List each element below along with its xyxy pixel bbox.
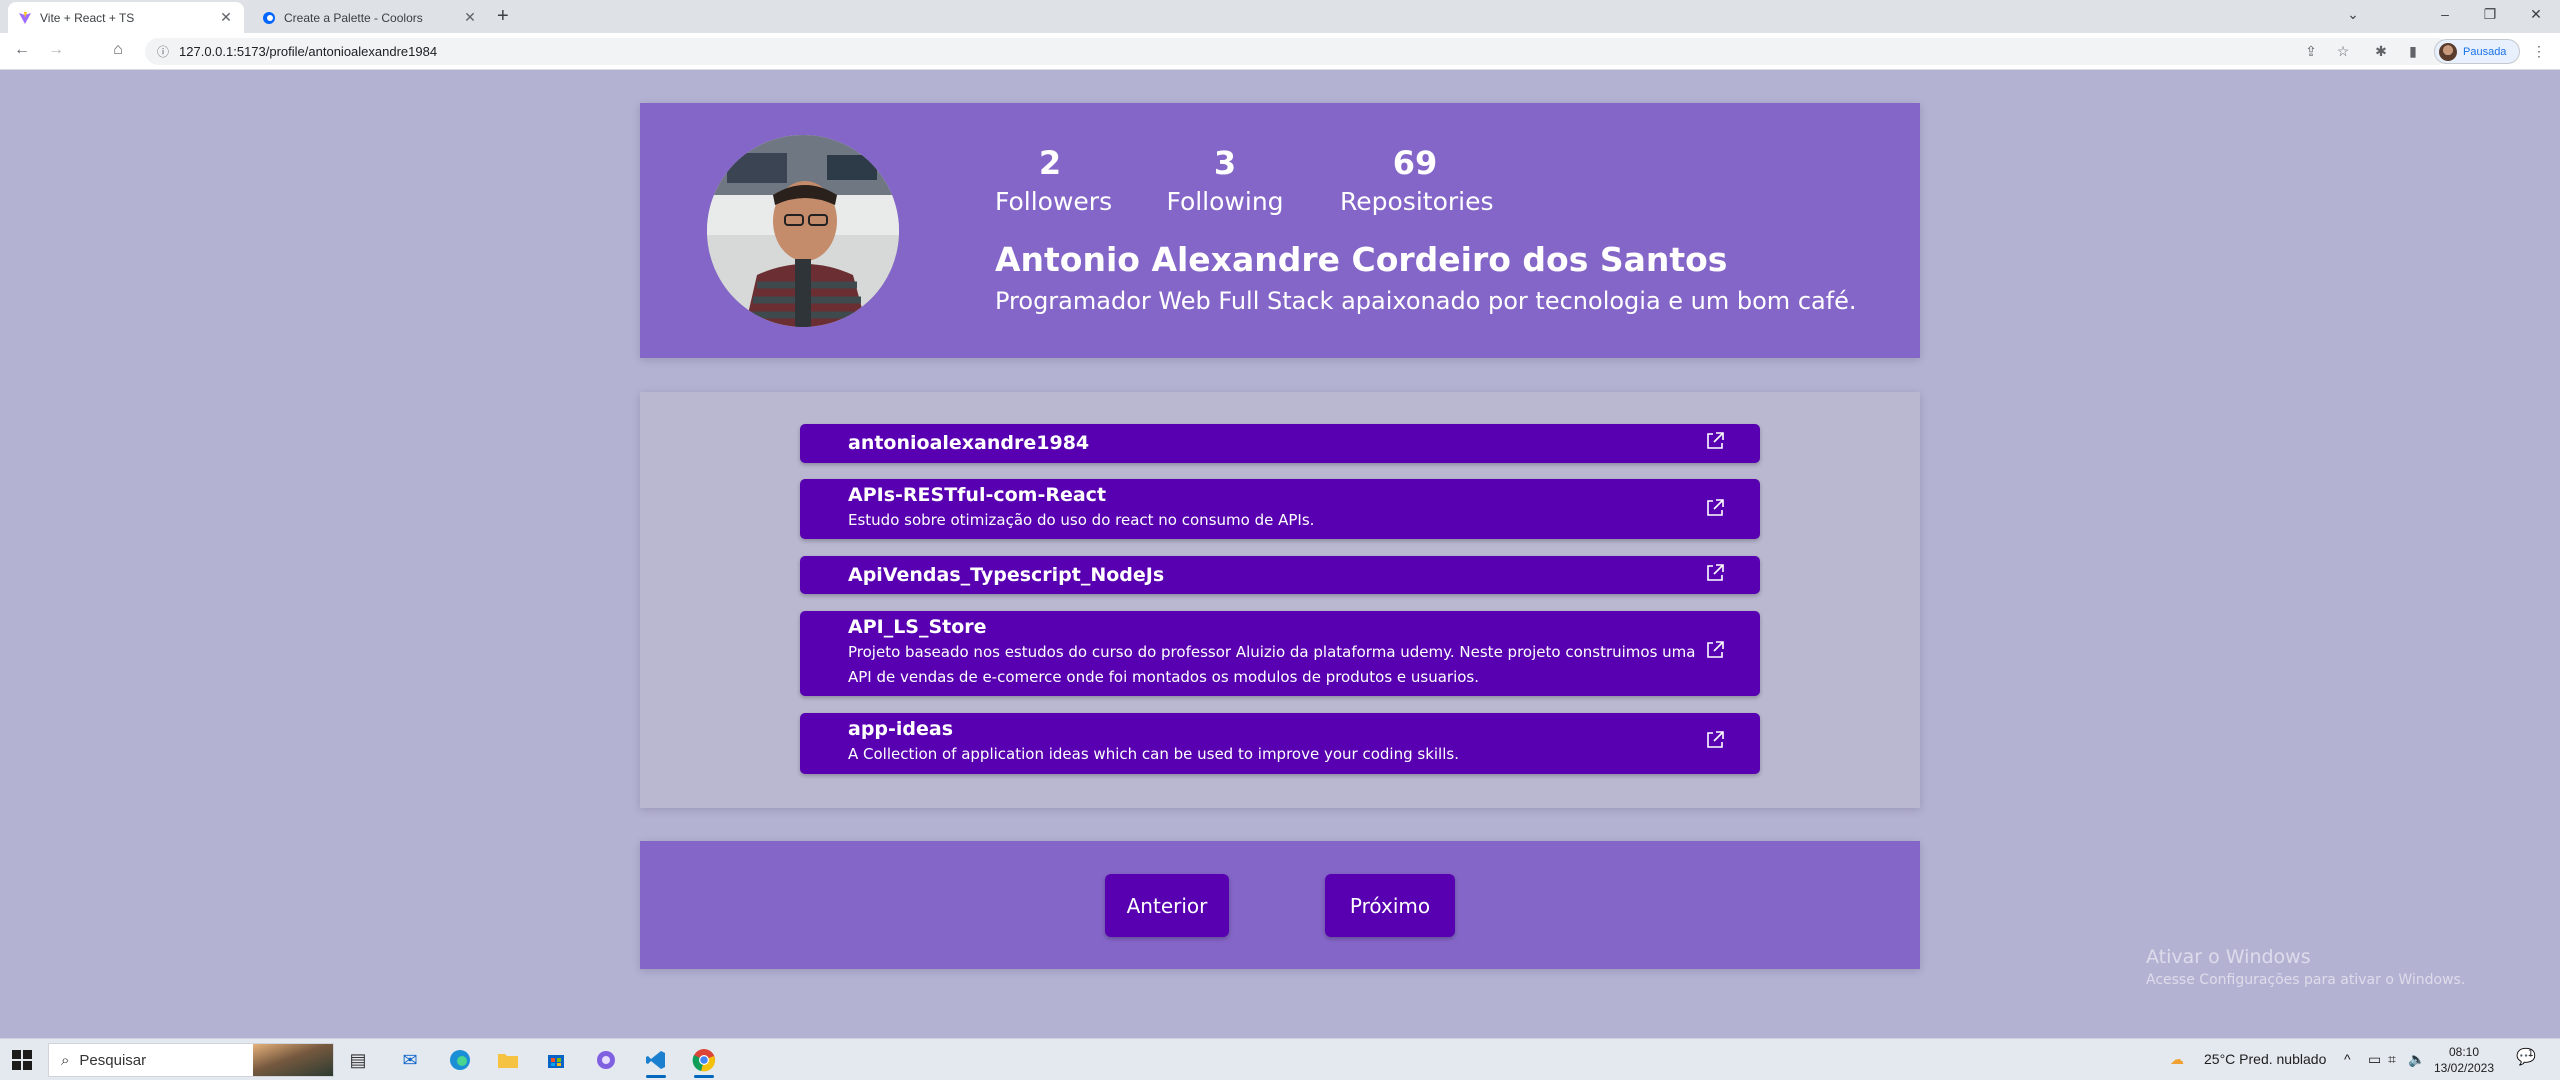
task-view-icon[interactable]: ▤ [342,1044,374,1076]
next-button[interactable]: Próximo [1325,874,1455,937]
user-bio: Programador Web Full Stack apaixonado po… [995,287,1857,315]
bookmark-star-icon[interactable]: ☆ [2334,43,2352,60]
tab-vite[interactable]: Vite + React + TS ✕ [8,2,244,33]
repositories-count: 69 [1392,144,1438,182]
menu-kebab-icon[interactable]: ⋮ [2530,43,2548,60]
file-explorer-icon[interactable] [492,1044,524,1076]
repo-description: Projeto baseado nos estudos do curso do … [848,643,1696,686]
browser-tab-strip: Vite + React + TS ✕ Create a Palette - C… [0,0,2560,33]
taskbar-search-input[interactable]: ⌕ Pesquisar [48,1043,334,1077]
search-icon: ⌕ [61,1051,70,1069]
repo-item[interactable]: APIs-RESTful-com-React Estudo sobre otim… [800,479,1760,539]
restore-icon[interactable]: ❐ [2480,6,2500,23]
profile-avatar-icon [2439,42,2457,61]
tab-title: Vite + React + TS [40,10,135,25]
back-icon[interactable]: ← [12,41,32,59]
battery-icon[interactable]: ▭ [2368,1051,2381,1068]
mail-icon[interactable]: ✉ [394,1044,426,1076]
repo-name: antonioalexandre1984 [848,432,1090,454]
repo-name: ApiVendas_Typescript_NodeJs [848,564,1165,586]
repo-name: app-ideas [848,718,954,740]
weather-text[interactable]: 25°C Pred. nublado [2204,1051,2326,1067]
stat-repositories: 69 Repositories [1340,143,1494,219]
window-close-icon[interactable]: ✕ [2526,6,2546,23]
repo-item[interactable]: ApiVendas_Typescript_NodeJs [800,556,1760,594]
avatar [707,135,899,327]
profile-button[interactable]: Pausada [2434,39,2520,64]
external-link-icon[interactable] [1704,729,1726,751]
stat-followers: 2 Followers [995,143,1113,219]
vscode-icon[interactable] [640,1044,672,1078]
previous-button[interactable]: Anterior [1105,874,1229,937]
notification-count: 1 [2527,1048,2534,1059]
profile-status: Pausada [2463,45,2507,58]
extensions-icon[interactable]: ✱ [2372,43,2390,60]
external-link-icon[interactable] [1704,430,1726,452]
volume-icon[interactable]: 🔈 [2408,1051,2425,1068]
site-info-icon[interactable]: ⓘ [157,43,169,60]
coolors-favicon-icon [262,11,276,25]
external-link-icon[interactable] [1704,639,1726,661]
tab-title: Create a Palette - Coolors [284,10,423,25]
browser-toolbar: ← → ⌂ ⓘ 127.0.0.1:5173/profile/antonioal… [0,33,2560,70]
address-text: 127.0.0.1:5173/profile/antonioalexandre1… [179,44,438,59]
weather-icon[interactable]: ☁ [2170,1051,2184,1068]
external-link-icon[interactable] [1704,562,1726,584]
watermark-title: Ativar o Windows [2146,946,2311,968]
repo-list: antonioalexandre1984 APIs-RESTful-com-Re… [640,392,1920,808]
user-name: Antonio Alexandre Cordeiro dos Santos [995,240,1728,279]
taskbar: ⌕ Pesquisar ▤ ✉ ☁ 25°C Pred. nublado ^ ▭… [0,1038,2560,1080]
page: 2 Followers 3 Following 69 Repositories … [0,70,2560,1038]
search-placeholder: Pesquisar [79,1051,147,1069]
chrome-icon[interactable] [688,1044,720,1078]
new-tab-icon[interactable]: + [497,6,509,26]
pagination: Anterior Próximo [640,841,1920,969]
close-icon[interactable]: ✕ [462,9,478,26]
windows-start-icon[interactable] [12,1050,32,1070]
repositories-label: Repositories [1340,187,1494,216]
windows-activation-watermark: Ativar o Windows Acesse Configurações pa… [2146,946,2465,988]
profile-header: 2 Followers 3 Following 69 Repositories … [640,103,1920,358]
repo-name: API_LS_Store [848,616,987,638]
edge-icon[interactable] [444,1044,476,1076]
minimize-icon[interactable]: – [2435,6,2455,22]
repo-description: A Collection of application ideas which … [848,745,1459,763]
store-icon[interactable] [540,1044,572,1076]
followers-count: 2 [1038,144,1062,182]
forward-icon[interactable]: → [46,41,66,59]
show-hidden-icons-icon[interactable]: ^ [2344,1051,2351,1067]
search-highlight-image [253,1044,333,1076]
network-icon[interactable]: ⌗ [2388,1051,2396,1068]
share-icon[interactable]: ⇪ [2302,43,2320,60]
clock-date: 13/02/2023 [2433,1061,2495,1075]
side-panel-icon[interactable]: ▮ [2404,43,2422,60]
notifications-icon[interactable]: 💬1 [2516,1047,2541,1067]
home-icon[interactable]: ⌂ [108,41,128,59]
repo-description: Estudo sobre otimização do uso do react … [848,511,1315,529]
close-icon[interactable]: ✕ [218,9,234,26]
clock-time: 08:10 [2448,1045,2480,1059]
clock[interactable]: 08:10 13/02/2023 [2424,1044,2504,1076]
watermark-subtitle: Acesse Configurações para ativar o Windo… [2146,972,2466,988]
copilot-icon[interactable] [590,1044,622,1076]
external-link-icon[interactable] [1704,497,1726,519]
repo-item[interactable]: API_LS_Store Projeto baseado nos estudos… [800,611,1760,696]
tab-search-icon[interactable]: ⌄ [2343,6,2363,23]
following-label: Following [1166,187,1284,216]
followers-label: Followers [995,187,1113,216]
address-bar[interactable]: ⓘ 127.0.0.1:5173/profile/antonioalexandr… [145,38,2450,65]
following-count: 3 [1213,144,1237,182]
repo-item[interactable]: antonioalexandre1984 [800,424,1760,463]
stat-following: 3 Following [1165,143,1285,219]
repo-name: APIs-RESTful-com-React [848,484,1107,506]
tab-coolors[interactable]: Create a Palette - Coolors ✕ [252,2,488,33]
vite-favicon-icon [18,11,32,25]
repo-item[interactable]: app-ideas A Collection of application id… [800,713,1760,774]
